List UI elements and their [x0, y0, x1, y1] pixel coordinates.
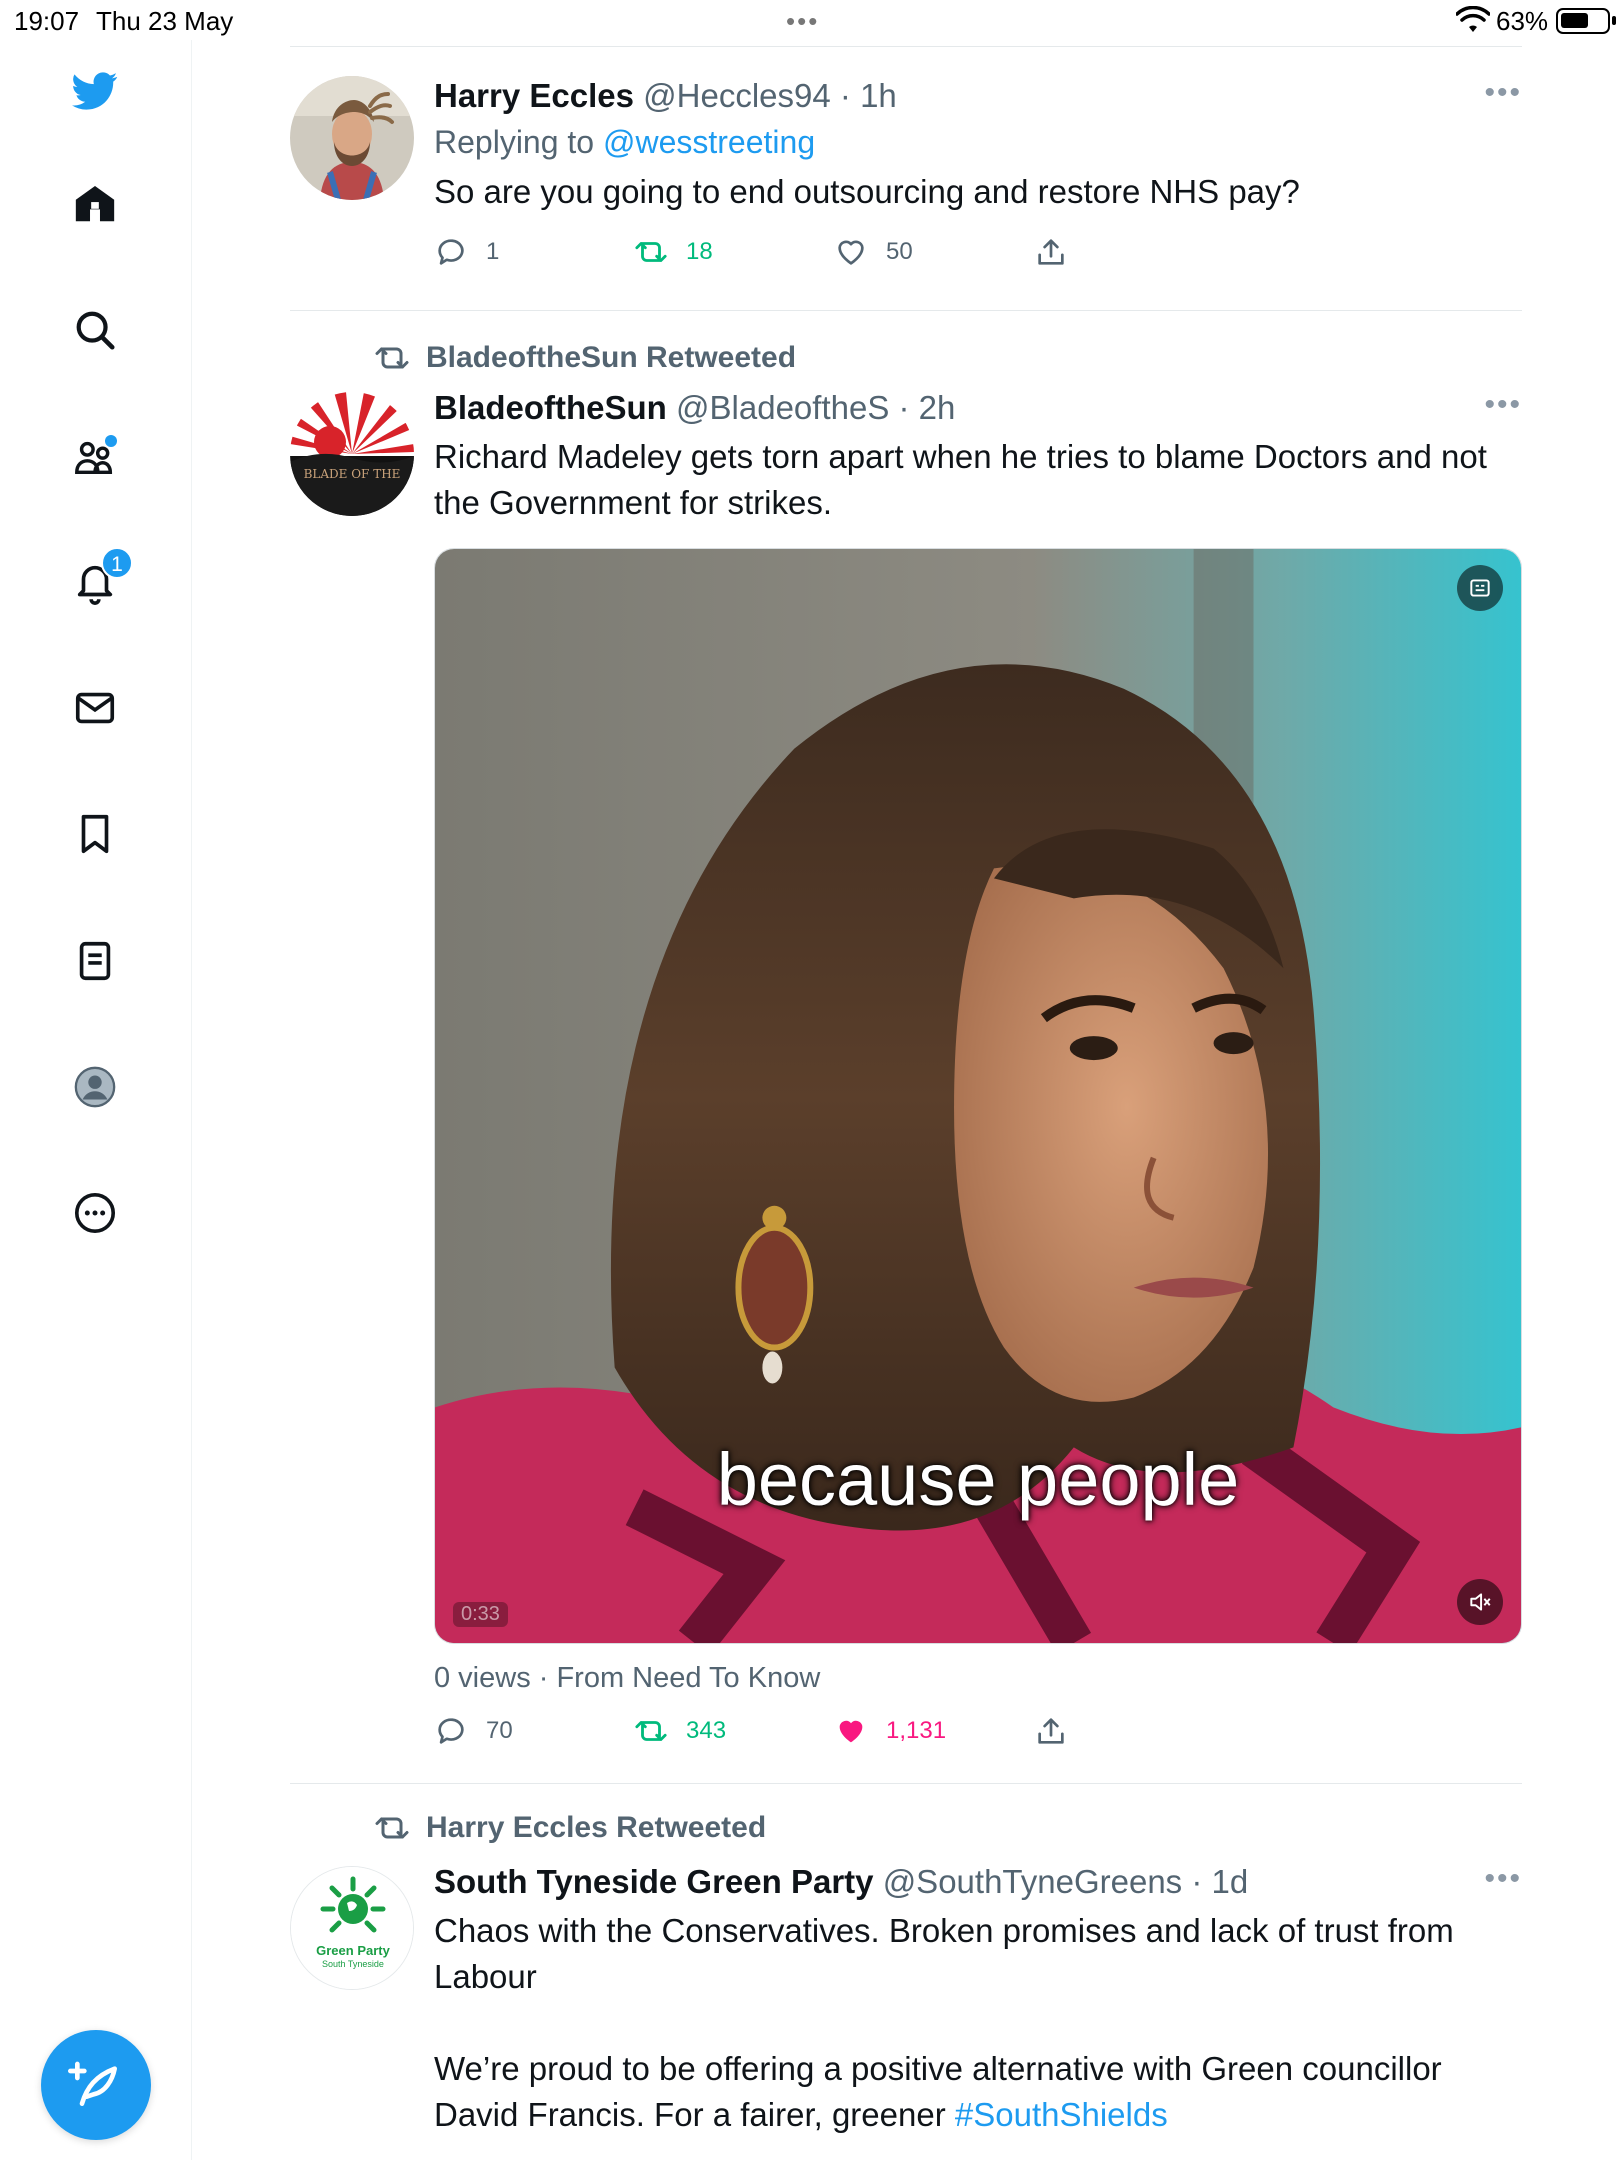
tweet-actions: 1 18 50 — [434, 235, 1522, 279]
tweet-text-paragraph-1: Chaos with the Conservatives. Broken pro… — [434, 1912, 1454, 1995]
status-date: Thu 23 May — [96, 6, 234, 36]
home-icon[interactable] — [67, 176, 123, 232]
tweet-time[interactable]: 2h — [919, 389, 956, 426]
retweet-icon — [635, 242, 667, 262]
feed-divider — [290, 46, 1522, 47]
tweet-text-paragraph-2: We’re proud to be offering a positive al… — [434, 2046, 1514, 2138]
avatar-harry-eccles[interactable] — [290, 76, 414, 200]
retweet-button[interactable]: 343 — [634, 1714, 726, 1748]
retweeted-by-label: BladeoftheSun Retweeted — [374, 340, 796, 376]
video-timecode: 0:33 — [453, 1602, 508, 1627]
battery-fill — [1561, 13, 1588, 28]
retweeted-by-text[interactable]: BladeoftheSun Retweeted — [426, 341, 796, 375]
video-views-source[interactable]: 0 views · From Need To Know — [434, 1662, 820, 1695]
heart-filled-icon — [839, 1720, 863, 1743]
communities-icon[interactable] — [67, 429, 123, 485]
share-icon — [1038, 239, 1064, 265]
retweeted-by-text[interactable]: Harry Eccles Retweeted — [426, 1811, 766, 1845]
video-captions-toggle-icon[interactable] — [1457, 565, 1503, 611]
twitter-logo-icon[interactable] — [67, 63, 123, 119]
reply-icon — [438, 239, 464, 265]
retweet-count: 18 — [686, 238, 713, 265]
author-handle[interactable]: @SouthTyneGreens — [883, 1863, 1183, 1900]
retweet-count: 343 — [686, 1717, 727, 1744]
feed-divider — [290, 310, 1522, 311]
author-name[interactable]: Harry Eccles — [434, 77, 634, 114]
retweet-icon — [375, 347, 409, 369]
compose-feather-plus-icon — [68, 2061, 117, 2106]
notifications-badge: 1 — [101, 547, 133, 579]
profile-icon[interactable] — [67, 1059, 123, 1115]
avatar-green-party[interactable]: Green Party South Tyneside — [290, 1866, 414, 1990]
reply-button[interactable]: 1 — [434, 235, 499, 269]
retweet-icon — [635, 1721, 667, 1741]
author-name[interactable]: South Tyneside Green Party — [434, 1863, 874, 1900]
retweet-icon — [375, 1817, 409, 1839]
status-bar: 19:07 Thu 23 May ••• 63% — [0, 0, 1620, 40]
heart-icon — [838, 240, 864, 265]
reply-count: 70 — [486, 1717, 513, 1744]
avatar-blade-text: BLADE OF THE — [304, 467, 401, 481]
tweet-text: So are you going to end outsourcing and … — [434, 173, 1300, 210]
avatar-green-party-text: Green Party — [316, 1943, 390, 1958]
avatar-south-tyneside-text: South Tyneside — [322, 1959, 384, 1969]
reply-button[interactable]: 70 — [434, 1714, 513, 1748]
tweet-header: Harry Eccles @Heccles94 · 1h — [434, 77, 897, 114]
notifications-icon[interactable]: 1 — [67, 547, 133, 611]
tweet-time[interactable]: 1d — [1212, 1863, 1249, 1900]
hashtag-link[interactable]: #SouthShields — [955, 2096, 1168, 2133]
avatar-bladeofthesun[interactable]: BLADE OF THE — [290, 392, 414, 516]
video-caption: because people — [716, 1438, 1240, 1521]
replying-to: Replying to @wesstreeting — [434, 124, 1522, 161]
tweet-text-paragraph-2-body: We’re proud to be offering a positive al… — [434, 2050, 1442, 2133]
tweet-actions: 70 343 1,131 — [434, 1714, 1522, 1758]
tweet-more-options-icon[interactable]: ••• — [1484, 76, 1522, 110]
share-icon — [1038, 1718, 1064, 1744]
replying-to-label: Replying to — [434, 124, 595, 160]
messages-icon[interactable] — [67, 680, 123, 736]
battery-icon — [1556, 8, 1616, 34]
tweet-video[interactable]: because people 0:33 — [434, 548, 1522, 1644]
retweeted-by-label: Harry Eccles Retweeted — [374, 1810, 766, 1846]
lists-icon[interactable] — [67, 933, 123, 989]
replying-to-handle-link[interactable]: @wesstreeting — [603, 124, 815, 160]
author-handle[interactable]: @Heccles94 — [643, 77, 831, 114]
like-button[interactable]: 50 — [834, 235, 913, 269]
tweet-text: Richard Madeley gets torn apart when he … — [434, 438, 1487, 521]
multitasking-dots-icon[interactable]: ••• — [786, 6, 819, 37]
like-count: 50 — [886, 238, 913, 265]
share-button[interactable] — [1034, 1714, 1068, 1748]
author-name[interactable]: BladeoftheSun — [434, 389, 667, 426]
like-button[interactable]: 1,131 — [834, 1714, 946, 1748]
explore-search-icon[interactable] — [67, 302, 123, 358]
reply-count: 1 — [486, 238, 500, 265]
retweet-button[interactable]: 18 — [634, 235, 713, 269]
video-mute-icon[interactable] — [1457, 1579, 1503, 1625]
wifi-icon — [1456, 6, 1490, 32]
tweet-more-options-icon[interactable]: ••• — [1484, 388, 1522, 422]
tweet-more-options-icon[interactable]: ••• — [1484, 1862, 1522, 1896]
status-time: 19:07 — [14, 6, 80, 36]
more-icon[interactable] — [67, 1185, 123, 1241]
tweet-header: South Tyneside Green Party @SouthTyneGre… — [434, 1863, 1249, 1900]
share-button[interactable] — [1034, 235, 1068, 269]
battery-percent: 63% — [1496, 6, 1549, 36]
communities-badge-dot — [105, 435, 117, 447]
author-handle[interactable]: @BladeoftheS — [676, 389, 889, 426]
compose-tweet-button[interactable] — [41, 2030, 151, 2140]
bookmarks-icon[interactable] — [67, 806, 123, 862]
tweet-time[interactable]: 1h — [860, 77, 897, 114]
feed-divider — [290, 1783, 1522, 1784]
tweet-header: BladeoftheSun @BladeoftheS · 2h — [434, 389, 956, 426]
sidebar-nav: 1 — [0, 40, 192, 2160]
like-count: 1,131 — [886, 1717, 947, 1744]
reply-icon — [438, 1718, 464, 1744]
